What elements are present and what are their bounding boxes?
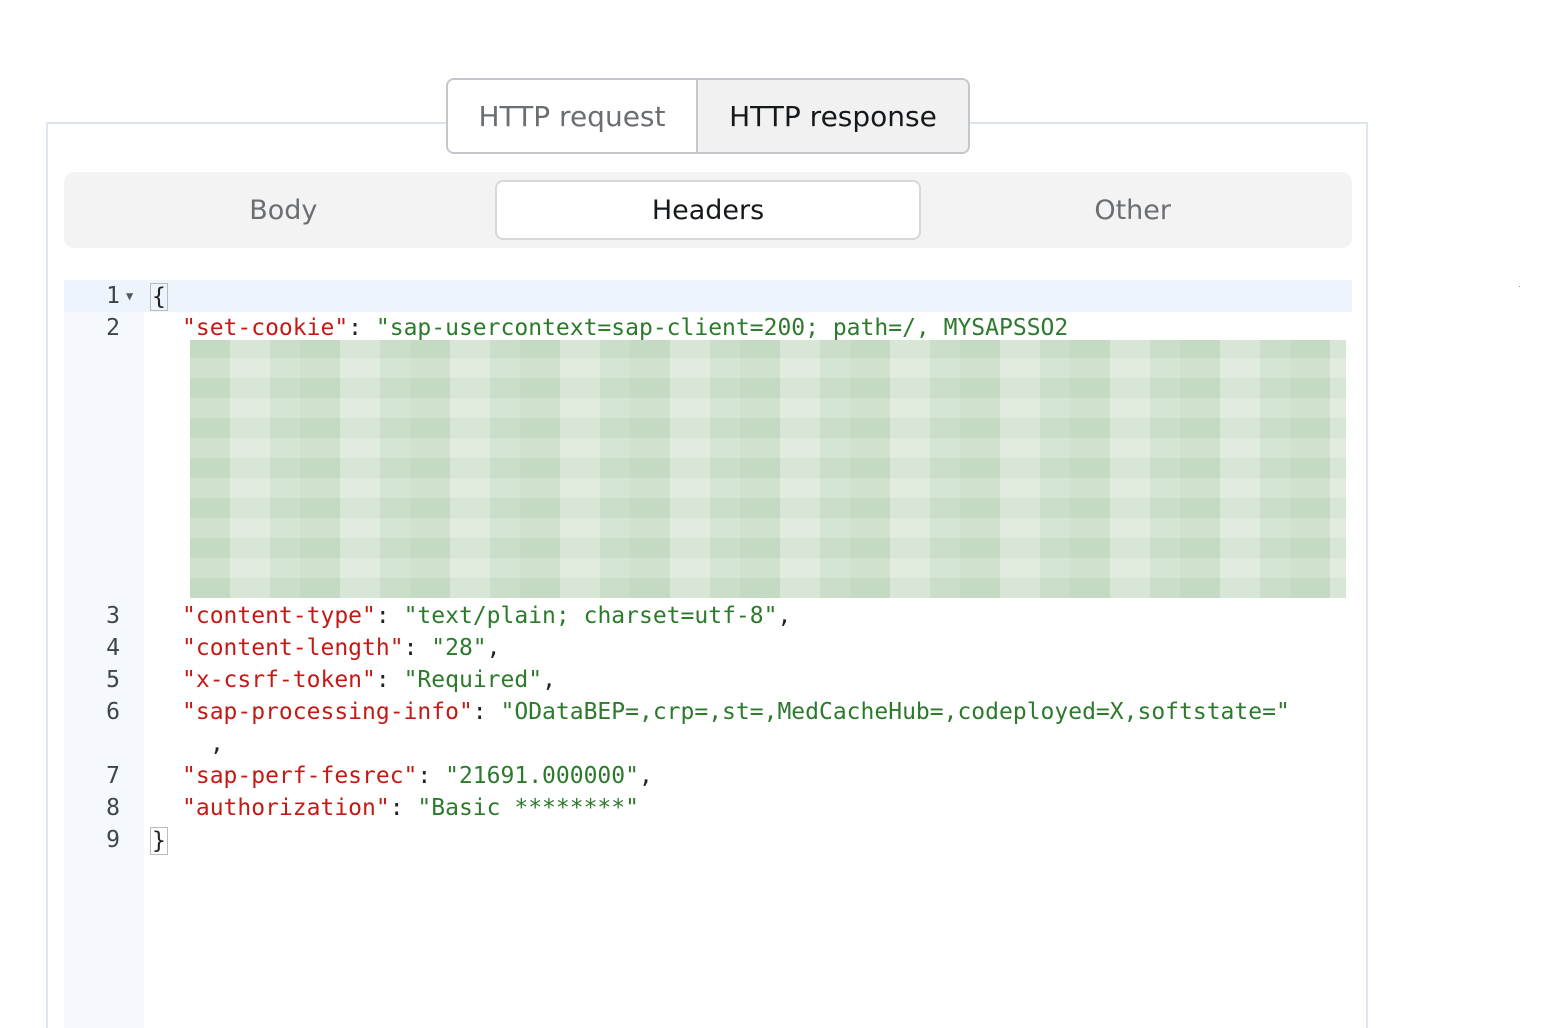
code-line: 5 "x-csrf-token": "Required", [64, 664, 1352, 696]
line-number: 6 [106, 699, 120, 725]
header-value: "ODataBEP=,crp=,st=,MedCacheHub=,codeplo… [500, 699, 1290, 725]
header-value: "sap-usercontext=sap-client=200; path=/,… [375, 315, 1069, 341]
line-number: 4 [106, 635, 120, 661]
tab-headers[interactable]: Headers [494, 180, 922, 240]
header-value: "Basic ********" [417, 795, 639, 821]
header-value: "text/plain; charset=utf-8" [403, 603, 778, 629]
header-key: "sap-perf-fesrec" [182, 763, 418, 789]
request-response-switch: HTTP request HTTP response [446, 78, 970, 154]
comma: , [542, 667, 556, 693]
colon: : [375, 667, 404, 693]
code-line: 4 "content-length": "28", [64, 632, 1352, 664]
header-value: "21691.000000" [445, 763, 639, 789]
headers-code-editor[interactable]: 1 ▼ { 2 "set-cookie": "sap-usercontext=s… [64, 280, 1352, 1028]
close-brace: } [150, 826, 168, 855]
tab-other[interactable]: Other [921, 180, 1344, 240]
comma: , [210, 731, 224, 757]
line-number: 8 [106, 795, 120, 821]
fold-toggle-icon[interactable]: ▼ [126, 280, 133, 312]
code-line: 8 "authorization": "Basic ********" [64, 792, 1352, 824]
comma: , [777, 603, 792, 629]
code-line: 1 ▼ { [64, 280, 1352, 312]
line-number: 7 [106, 763, 120, 789]
line-number: 2 [106, 315, 120, 341]
open-brace: { [150, 282, 168, 311]
http-request-toggle[interactable]: HTTP request [448, 80, 696, 152]
colon: : [417, 763, 446, 789]
tab-body[interactable]: Body [72, 180, 495, 240]
header-key: "content-type" [182, 603, 376, 629]
code-line: 3 "content-type": "text/plain; charset=u… [64, 600, 1352, 632]
colon: : [348, 315, 376, 341]
http-response-toggle[interactable]: HTTP response [696, 80, 968, 152]
response-tabs: Body Headers Other [64, 172, 1352, 248]
code-line: 6 "sap-processing-info": "ODataBEP=,crp=… [64, 696, 1352, 728]
header-key: "content-length" [182, 635, 404, 661]
colon: : [375, 603, 404, 629]
header-key: "x-csrf-token" [182, 667, 376, 693]
colon: : [389, 795, 418, 821]
header-key: "authorization" [182, 795, 390, 821]
header-value: "Required" [403, 667, 543, 693]
line-number: 1 [106, 283, 120, 309]
header-key: "sap-processing-info" [182, 699, 473, 725]
comma: , [486, 635, 501, 661]
header-value: "28" [431, 635, 487, 661]
line-number: 3 [106, 603, 120, 629]
line-number: 5 [106, 667, 120, 693]
comma: , [638, 763, 653, 789]
redacted-cookie-value [190, 340, 1346, 598]
stray-dot [1519, 286, 1520, 287]
code-line: 7 "sap-perf-fesrec": "21691.000000", [64, 760, 1352, 792]
colon: : [403, 635, 432, 661]
code-line: 9 } [64, 824, 1352, 856]
code-line-wrap: , [64, 728, 1352, 760]
line-number: 9 [106, 827, 120, 853]
header-key: "set-cookie" [182, 315, 349, 341]
colon: : [472, 699, 501, 725]
